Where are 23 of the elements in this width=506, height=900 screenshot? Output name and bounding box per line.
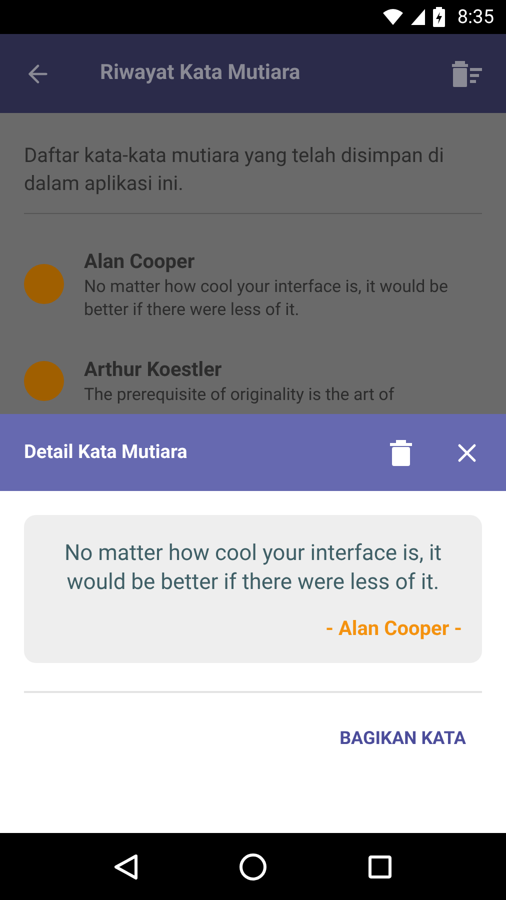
delete-list-icon: [452, 60, 482, 86]
signal-icon: [411, 9, 426, 25]
clock-time: 8:35: [457, 4, 494, 30]
quote-author: Alan Cooper: [84, 248, 196, 275]
intro-text: Daftar kata-kata mutiara yang telah disimpan di dalam aplikasi ini.: [24, 142, 445, 197]
delete-button[interactable]: [390, 440, 412, 466]
quote-list-item[interactable]: Alan Cooper No matter how cool your interface is, it would be better if there were less of it.: [24, 214, 482, 322]
quote-detail-author: - Alan Cooper -: [326, 615, 462, 642]
quote-list-item[interactable]: Arthur Koestler The prerequisite of originality is the art of: [24, 322, 482, 407]
battery-icon: [433, 7, 446, 27]
recents-nav-icon[interactable]: [368, 854, 392, 878]
sheet-title: Detail Kata Mutiara: [24, 439, 188, 466]
quote-text: No matter how cool your interface is, it would be better if there were less of it.: [84, 276, 449, 322]
quote-text: The prerequisite of originality is the art of: [84, 384, 394, 407]
quote-detail-text: No matter how cool your interface is, it would be better if there were less of it.: [63, 540, 443, 597]
quote-author: Arthur Koestler: [84, 356, 223, 383]
home-nav-icon[interactable]: [238, 852, 267, 880]
wifi-icon: [383, 9, 404, 25]
share-button[interactable]: BAGIKAN KATA: [324, 725, 482, 752]
clear-all-button[interactable]: [452, 60, 482, 86]
back-nav-icon[interactable]: [114, 854, 138, 880]
app-bar-title: Riwayat Kata Mutiara: [100, 60, 302, 87]
trash-icon: [390, 440, 412, 466]
